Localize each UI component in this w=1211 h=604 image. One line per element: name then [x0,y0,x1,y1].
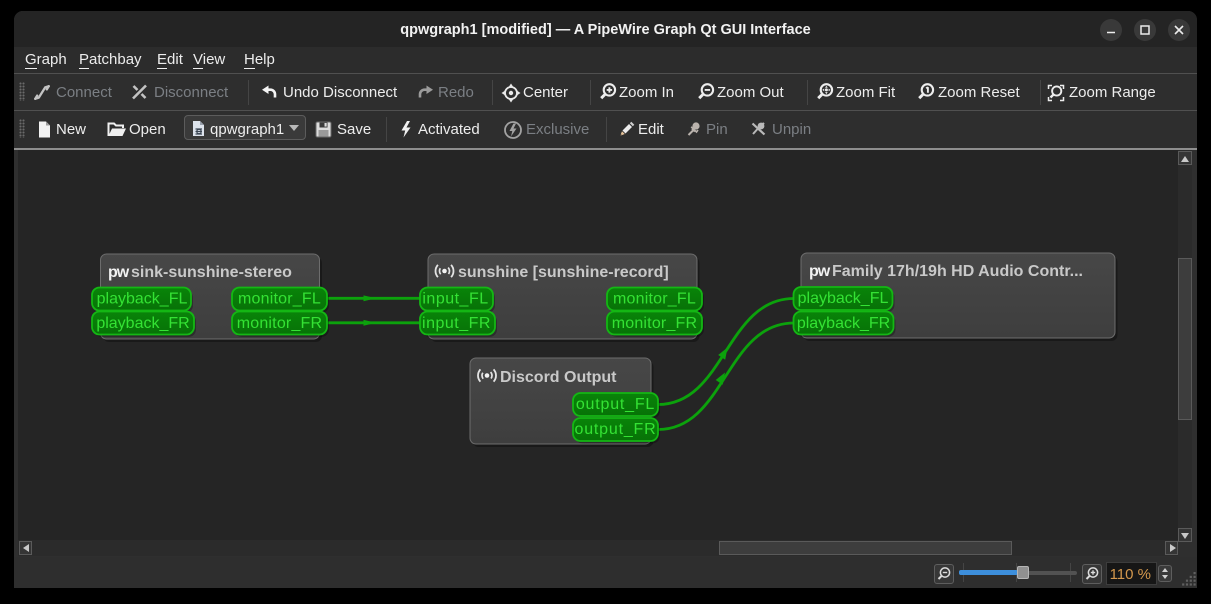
svg-text:input_FR: input_FR [422,315,491,332]
svg-text:pw: pw [809,263,831,280]
svg-text:sink-sunshine-stereo: sink-sunshine-stereo [131,264,292,281]
svg-text:monitor_FR: monitor_FR [612,315,698,332]
svg-text:Family 17h/19h HD Audio Contr.: Family 17h/19h HD Audio Contr... [832,263,1083,280]
svg-text:playback_FR: playback_FR [96,315,189,332]
svg-text:monitor_FR: monitor_FR [237,315,323,332]
svg-text:sunshine [sunshine-record]: sunshine [sunshine-record] [458,264,669,281]
svg-text:output_FL: output_FL [576,396,655,413]
svg-text:output_FR: output_FR [575,421,657,438]
svg-text:playback_FL: playback_FL [798,290,889,307]
svg-text:input_FL: input_FL [422,291,488,308]
svg-text:playback_FR: playback_FR [797,315,890,332]
svg-text:playback_FL: playback_FL [97,291,188,308]
svg-text:monitor_FL: monitor_FL [238,291,321,308]
svg-text:pw: pw [108,264,130,281]
svg-text:monitor_FL: monitor_FL [613,291,696,308]
svg-text:Discord Output: Discord Output [500,369,617,386]
